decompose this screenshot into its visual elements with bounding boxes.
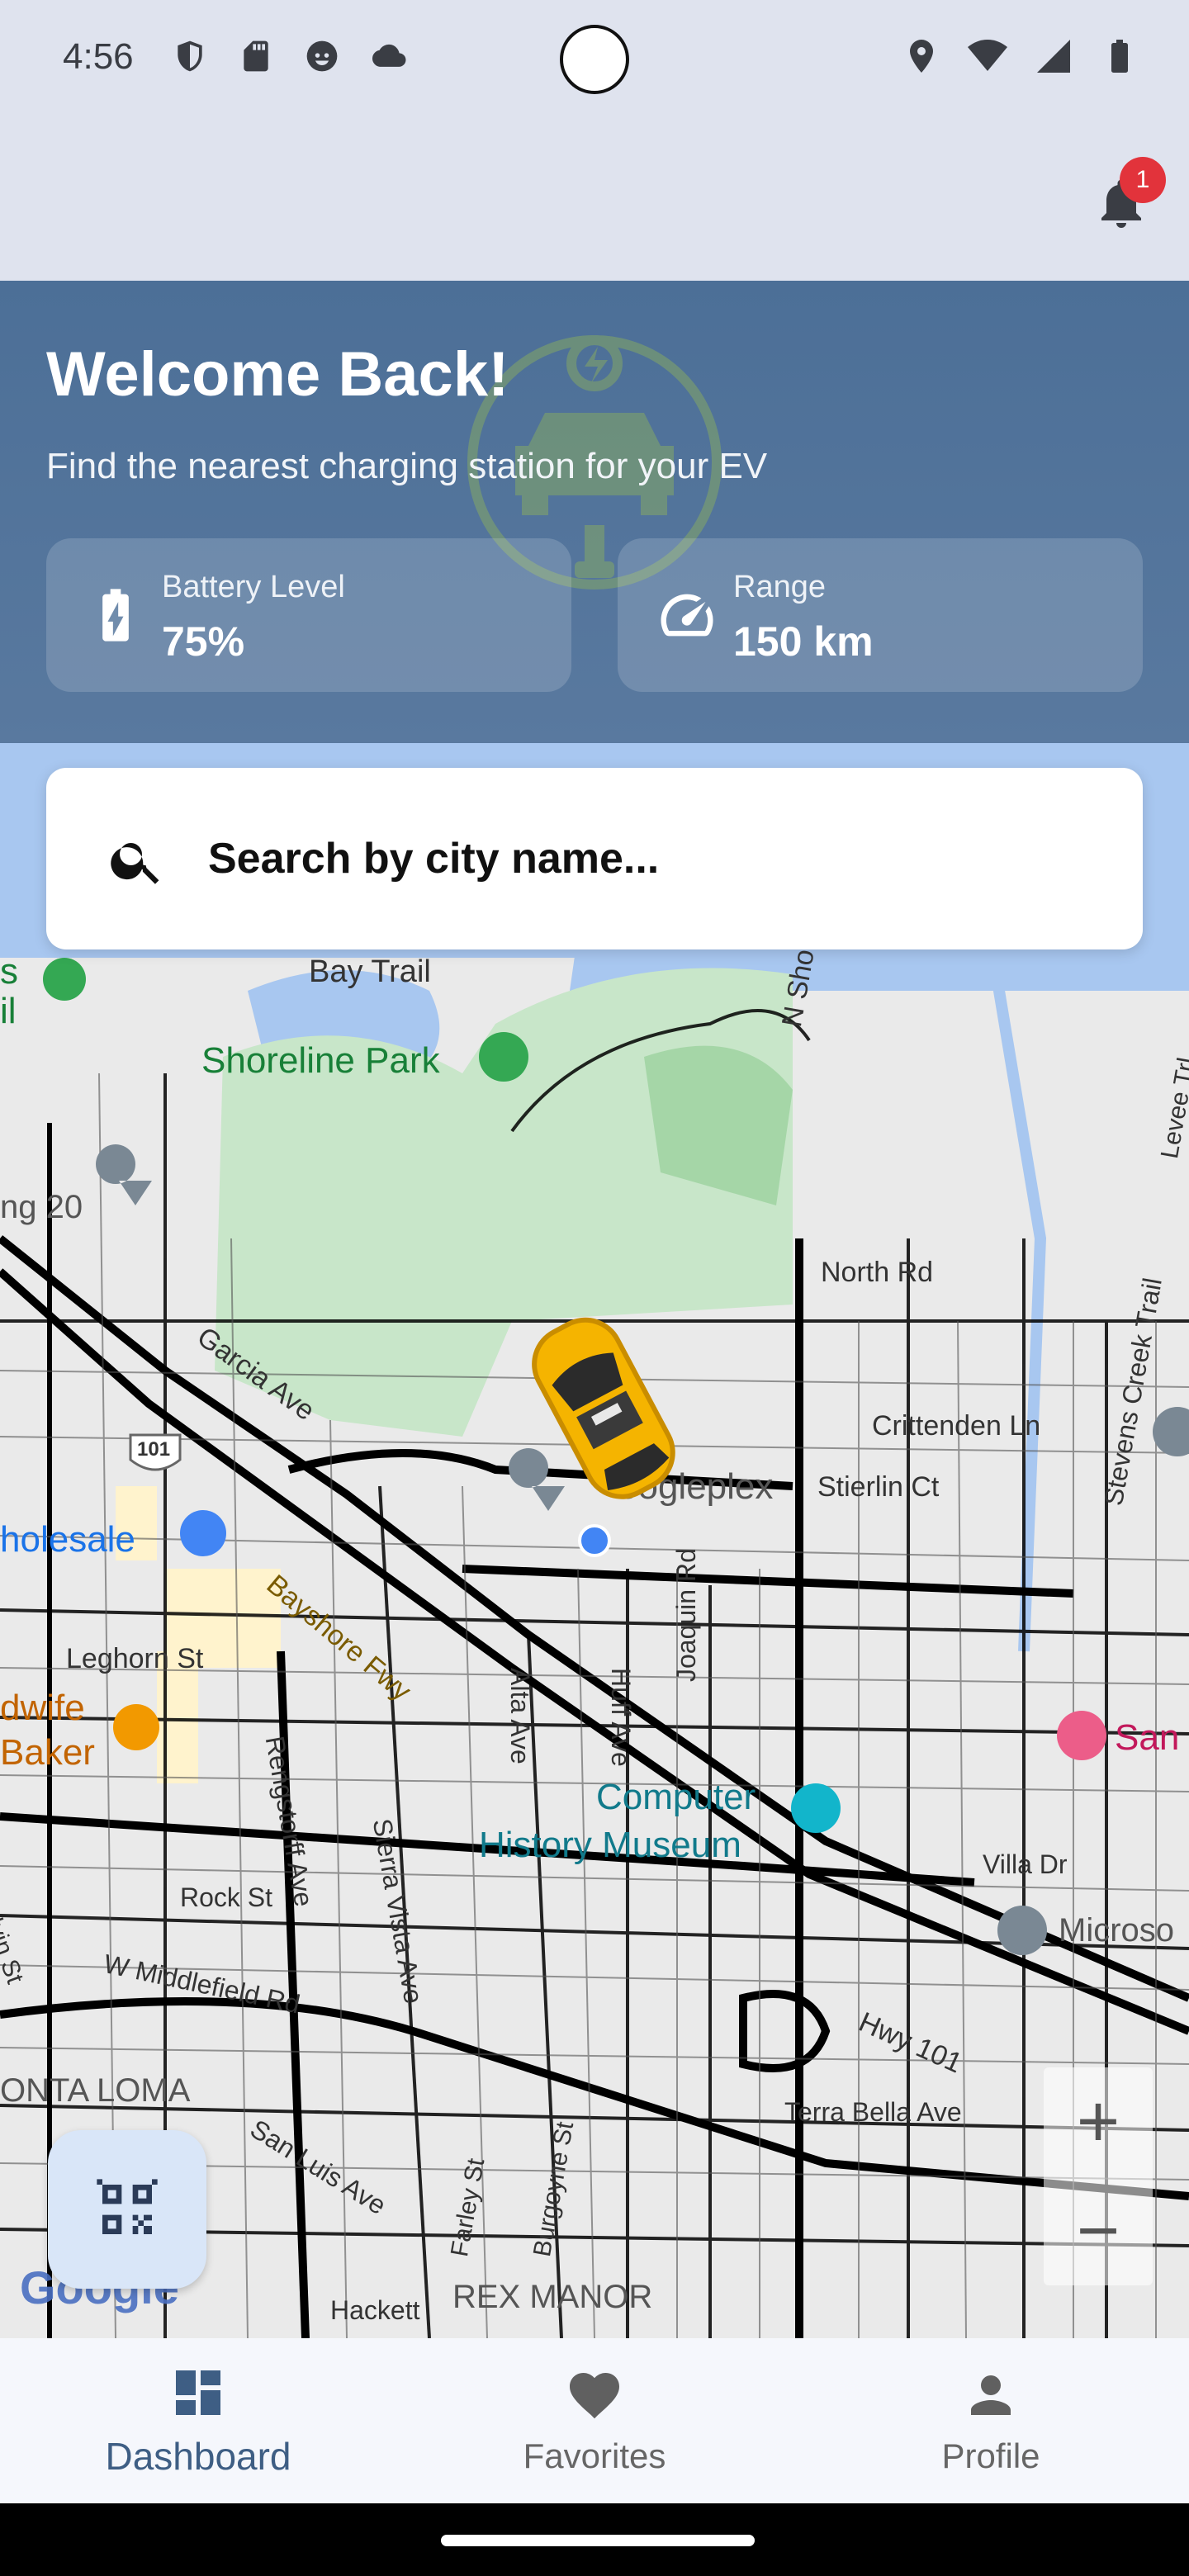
- map-label-stierlin: Stierlin Ct: [817, 1471, 940, 1503]
- battery-card: Battery Level 75%: [46, 538, 571, 692]
- map-label-ng20: ng 20: [0, 1189, 83, 1225]
- face-icon: [306, 40, 338, 72]
- range-label: Range: [733, 570, 826, 604]
- map-label-wholesale: holesale: [0, 1519, 135, 1560]
- map-label-history-museum: History Museum: [479, 1825, 741, 1865]
- zoom-controls: + −: [1044, 2067, 1153, 2285]
- map-label-bay-trail: Bay Trail: [309, 954, 431, 989]
- zoom-out-button[interactable]: −: [1044, 2176, 1153, 2285]
- nav-profile[interactable]: Profile: [793, 2338, 1189, 2503]
- map-label-crittenden: Crittenden Ln: [872, 1410, 1041, 1442]
- gesture-bar: [0, 2503, 1189, 2576]
- map-label-computer: Computer: [596, 1777, 756, 1817]
- map-label-hackett: Hackett: [330, 2295, 420, 2325]
- map-label-alta: Alta Ave: [505, 1668, 535, 1764]
- signal-icon: [1037, 40, 1070, 73]
- current-location-dot: [578, 1524, 611, 1557]
- map-label-shoreline-park: Shoreline Park: [201, 1040, 440, 1081]
- notification-badge: 1: [1120, 157, 1166, 203]
- map-label-monta-loma: ONTA LOMA: [0, 2072, 191, 2109]
- zoom-in-button[interactable]: +: [1044, 2067, 1153, 2176]
- map-label-villa: Villa Dr: [983, 1849, 1068, 1879]
- map-label-leghorn: Leghorn St: [66, 1643, 204, 1674]
- map-label-san: San: [1115, 1717, 1180, 1758]
- welcome-banner: Welcome Back! Find the nearest charging …: [0, 281, 1189, 743]
- car-marker-icon[interactable]: [528, 1305, 677, 1511]
- heart-icon: [570, 2373, 619, 2419]
- nav-favorites[interactable]: Favorites: [396, 2338, 793, 2503]
- map-label-microsoft: Microso: [1059, 1912, 1175, 1949]
- map-label-north-rd: North Rd: [821, 1257, 934, 1288]
- qr-code-icon: [97, 2179, 158, 2234]
- map-label-huff: Huff Ave: [606, 1668, 636, 1767]
- bottom-navigation: Dashboard Favorites Profile: [0, 2338, 1189, 2503]
- location-icon: [910, 40, 933, 73]
- status-left-icons: [172, 38, 406, 74]
- cloud-icon: [372, 44, 406, 67]
- hero-subtitle: Find the nearest charging station for yo…: [46, 446, 768, 486]
- range-value: 150 km: [733, 618, 874, 665]
- map-label-rex-manor: REX MANOR: [452, 2279, 653, 2315]
- map-view[interactable]: Bay Trail Shoreline Park N Shoreline Blv…: [0, 743, 1189, 2338]
- dashboard-icon: [176, 2370, 220, 2415]
- map-label-baker: Baker: [0, 1732, 95, 1773]
- range-card: Range 150 km: [618, 538, 1143, 692]
- map-label-rock: Rock St: [180, 1882, 273, 1912]
- battery-charging-icon: [84, 581, 147, 649]
- map-label-dwife: dwife: [0, 1688, 85, 1728]
- battery-label: Battery Level: [162, 570, 345, 604]
- camera-cutout: [560, 25, 629, 94]
- map-label-il: il: [0, 991, 17, 1031]
- battery-icon: [1111, 40, 1128, 73]
- wifi-icon: [968, 40, 1007, 71]
- qr-scan-button[interactable]: [48, 2130, 206, 2289]
- search-icon: [107, 831, 167, 890]
- nav-label-profile: Profile: [941, 2436, 1040, 2475]
- shield-icon: [178, 40, 202, 72]
- status-bar: 4:56: [0, 0, 1189, 124]
- search-input[interactable]: [208, 826, 1034, 892]
- person-icon: [971, 2375, 1011, 2415]
- hero-title: Welcome Back!: [46, 339, 509, 410]
- map-label-joaquin: Joaquin Rd: [671, 1548, 701, 1682]
- speedometer-icon: [656, 581, 718, 649]
- sd-card-icon: [244, 40, 268, 72]
- status-time: 4:56: [63, 36, 134, 77]
- status-right-icons: [902, 36, 1139, 76]
- home-indicator[interactable]: [441, 2535, 755, 2546]
- search-bar[interactable]: [46, 768, 1143, 949]
- map-label-s: s: [0, 951, 18, 992]
- highway-101-shield: 101: [137, 1438, 171, 1461]
- app-bar: 1: [0, 124, 1189, 281]
- nav-dashboard[interactable]: Dashboard: [0, 2338, 396, 2503]
- nav-label-dashboard: Dashboard: [105, 2435, 291, 2478]
- battery-value: 75%: [162, 618, 245, 665]
- map-label-terra-bella: Terra Bella Ave: [784, 2097, 962, 2127]
- nav-label-favorites: Favorites: [523, 2436, 666, 2475]
